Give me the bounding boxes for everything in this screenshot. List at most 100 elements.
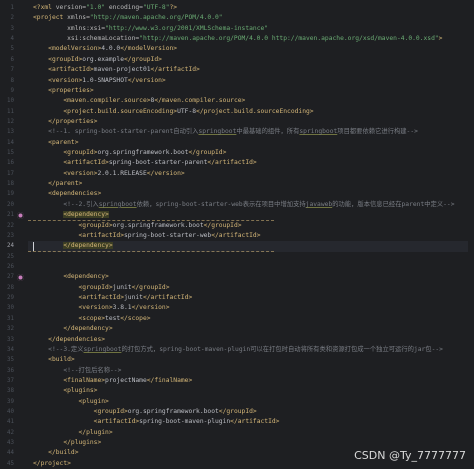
code-editor[interactable]: 1 2 3 4 5 6 7 8 9 10 11 12 13 14 15 16 17 18 19 20 21 22 23 24 2… xyxy=(0,0,474,468)
line-number[interactable]: 36 xyxy=(0,366,14,376)
line-number[interactable]: 32 xyxy=(0,324,14,334)
line-number-gutter[interactable]: 1 2 3 4 5 6 7 8 9 10 11 12 13 14 15 16 17 18 19 20 21 22 23 24 2… xyxy=(0,0,28,468)
line-number[interactable]: 41 xyxy=(0,417,14,427)
code-line[interactable]: <!--打包后名称--> xyxy=(28,366,474,376)
line-number[interactable]: 35 xyxy=(0,355,14,365)
code-line[interactable]: <?xml version="1.0" encoding="UTF-8"?> xyxy=(28,3,474,13)
line-number[interactable]: 40 xyxy=(0,407,14,417)
line-number[interactable]: 39 xyxy=(0,397,14,407)
line-number[interactable]: 33 xyxy=(0,335,14,345)
code-token: 4.0.0 xyxy=(101,45,121,53)
code-line[interactable]: <artifactId>maven-project01</artifactId> xyxy=(28,65,474,75)
line-number[interactable]: 28 xyxy=(0,283,14,293)
code-line[interactable]: <dependencies> xyxy=(28,189,474,199)
code-line[interactable]: </plugins> xyxy=(28,438,474,448)
code-line[interactable]: <version>1.0-SNAPSHOT</version> xyxy=(28,76,474,86)
code-line[interactable]: <!--1. spring-boot-starter-parent自动引入spr… xyxy=(28,127,474,137)
code-line[interactable]: <version>3.8.1</version> xyxy=(28,303,474,313)
line-number[interactable]: 19 xyxy=(0,189,14,199)
code-line[interactable]: <project xmlns="http://maven.apache.org/… xyxy=(28,13,474,23)
line-number[interactable]: 17 xyxy=(0,169,14,179)
line-number[interactable]: 15 xyxy=(0,148,14,158)
line-number[interactable]: 1 xyxy=(0,3,15,13)
code-token: </version> xyxy=(146,169,185,177)
line-number[interactable]: 22 xyxy=(0,221,14,231)
line-number[interactable]: 9 xyxy=(0,86,15,96)
code-line[interactable]: <!--2.引入springboot依赖，spring-boot-starter… xyxy=(28,200,474,210)
line-number[interactable]: 12 xyxy=(0,117,14,127)
line-number[interactable]: 14 xyxy=(0,138,14,148)
line-number[interactable]: 13 xyxy=(0,127,14,137)
code-line[interactable]: </parent> xyxy=(28,179,474,189)
code-line[interactable]: <build> xyxy=(28,355,474,365)
code-line[interactable]: <maven.compiler.source>8</maven.compiler… xyxy=(28,96,474,106)
line-number[interactable]: 5 xyxy=(0,44,15,54)
code-line[interactable]: <properties> xyxy=(28,86,474,96)
line-number[interactable]: 38 xyxy=(0,386,14,396)
code-line[interactable]: <plugin> xyxy=(28,397,474,407)
code-line[interactable]: </dependency> xyxy=(28,241,474,252)
code-line[interactable]: </dependencies> xyxy=(28,335,474,345)
code-line[interactable]: <artifactId>junit</artifactId> xyxy=(28,293,474,303)
line-number[interactable]: 34 xyxy=(0,345,14,355)
line-number[interactable]: 4 xyxy=(0,34,15,44)
code-token: 的打包方式，spring-boot-maven-plugin可以在打包时自动将所… xyxy=(121,345,443,353)
code-line[interactable]: <!--3.定义springboot的打包方式，spring-boot-mave… xyxy=(28,345,474,355)
line-number[interactable]: 29 xyxy=(0,293,14,303)
line-number[interactable]: 18 xyxy=(0,179,14,189)
dependency-gutter-icon[interactable] xyxy=(17,211,24,219)
line-number[interactable]: 37 xyxy=(0,376,14,386)
line-number[interactable]: 27 xyxy=(0,272,14,282)
line-number[interactable]: 6 xyxy=(0,55,15,65)
line-number[interactable]: 23 xyxy=(0,231,14,241)
code-line[interactable]: xsi:schemaLocation="http://maven.apache.… xyxy=(28,34,474,44)
code-line[interactable]: <groupId>org.example</groupId> xyxy=(28,55,474,65)
line-number[interactable]: 42 xyxy=(0,428,14,438)
code-line[interactable]: <parent> xyxy=(28,138,474,148)
code-line[interactable]: <groupId>org.springframework.boot</group… xyxy=(28,407,474,417)
code-token: <artifactId> xyxy=(63,159,109,167)
line-number[interactable]: 31 xyxy=(0,314,14,324)
code-line[interactable] xyxy=(28,252,474,262)
dependency-gutter-icon[interactable] xyxy=(17,274,24,282)
code-line[interactable]: </properties> xyxy=(28,117,474,127)
code-line[interactable]: <groupId>org.springframework.boot</group… xyxy=(28,221,474,231)
vertical-scrollbar[interactable] xyxy=(468,0,474,468)
line-number[interactable]: 2 xyxy=(0,13,15,23)
code-line[interactable]: xmlns:xsi="http://www.w3.org/2001/XMLSch… xyxy=(28,24,474,34)
line-number[interactable]: 11 xyxy=(0,107,14,117)
code-line[interactable]: <artifactId>spring-boot-starter-parent</… xyxy=(28,158,474,168)
line-number[interactable]: 25 xyxy=(0,252,14,262)
code-line[interactable]: </plugin> xyxy=(28,428,474,438)
code-line[interactable]: </dependency> xyxy=(28,324,474,334)
code-line[interactable]: <finalName>projectName</finalName> xyxy=(28,376,474,386)
code-line[interactable]: <groupId>org.springframework.boot</group… xyxy=(28,148,474,158)
code-line[interactable]: <dependency> xyxy=(28,272,474,282)
line-number[interactable]: 10 xyxy=(0,96,14,106)
line-number[interactable]: 20 xyxy=(0,200,14,210)
line-number[interactable]: 7 xyxy=(0,65,15,75)
line-number[interactable]: 24 xyxy=(0,241,14,251)
code-line[interactable]: <modelVersion>4.0.0</modelVersion> xyxy=(28,44,474,54)
code-line[interactable]: <dependency> xyxy=(28,210,474,220)
code-line[interactable]: <project.build.sourceEncoding>UTF-8</pro… xyxy=(28,107,474,117)
line-number[interactable]: 26 xyxy=(0,262,14,272)
code-line[interactable]: <version>2.0.1.RELEASE</version> xyxy=(28,169,474,179)
line-number[interactable]: 30 xyxy=(0,303,14,313)
code-line[interactable]: <artifactId>spring-boot-starter-web</art… xyxy=(28,231,474,241)
line-number[interactable]: 43 xyxy=(0,438,14,448)
line-number[interactable]: 21 xyxy=(0,210,14,220)
code-token: </build> xyxy=(48,449,79,457)
code-line[interactable]: <scope>test</scope> xyxy=(28,314,474,324)
line-number[interactable]: 16 xyxy=(0,158,14,168)
code-line[interactable]: <artifactId>spring-boot-maven-plugin</ar… xyxy=(28,417,474,427)
code-line[interactable] xyxy=(28,262,474,272)
code-area[interactable]: <?xml version="1.0" encoding="UTF-8"?> <p… xyxy=(28,0,474,468)
code-line[interactable]: <plugins> xyxy=(28,386,474,396)
line-number[interactable]: 44 xyxy=(0,448,14,458)
line-number[interactable]: 3 xyxy=(0,24,15,34)
line-number[interactable]: 45 xyxy=(0,459,14,469)
line-number[interactable]: 8 xyxy=(0,76,15,86)
code-line[interactable]: <groupId>junit</groupId> xyxy=(28,283,474,293)
